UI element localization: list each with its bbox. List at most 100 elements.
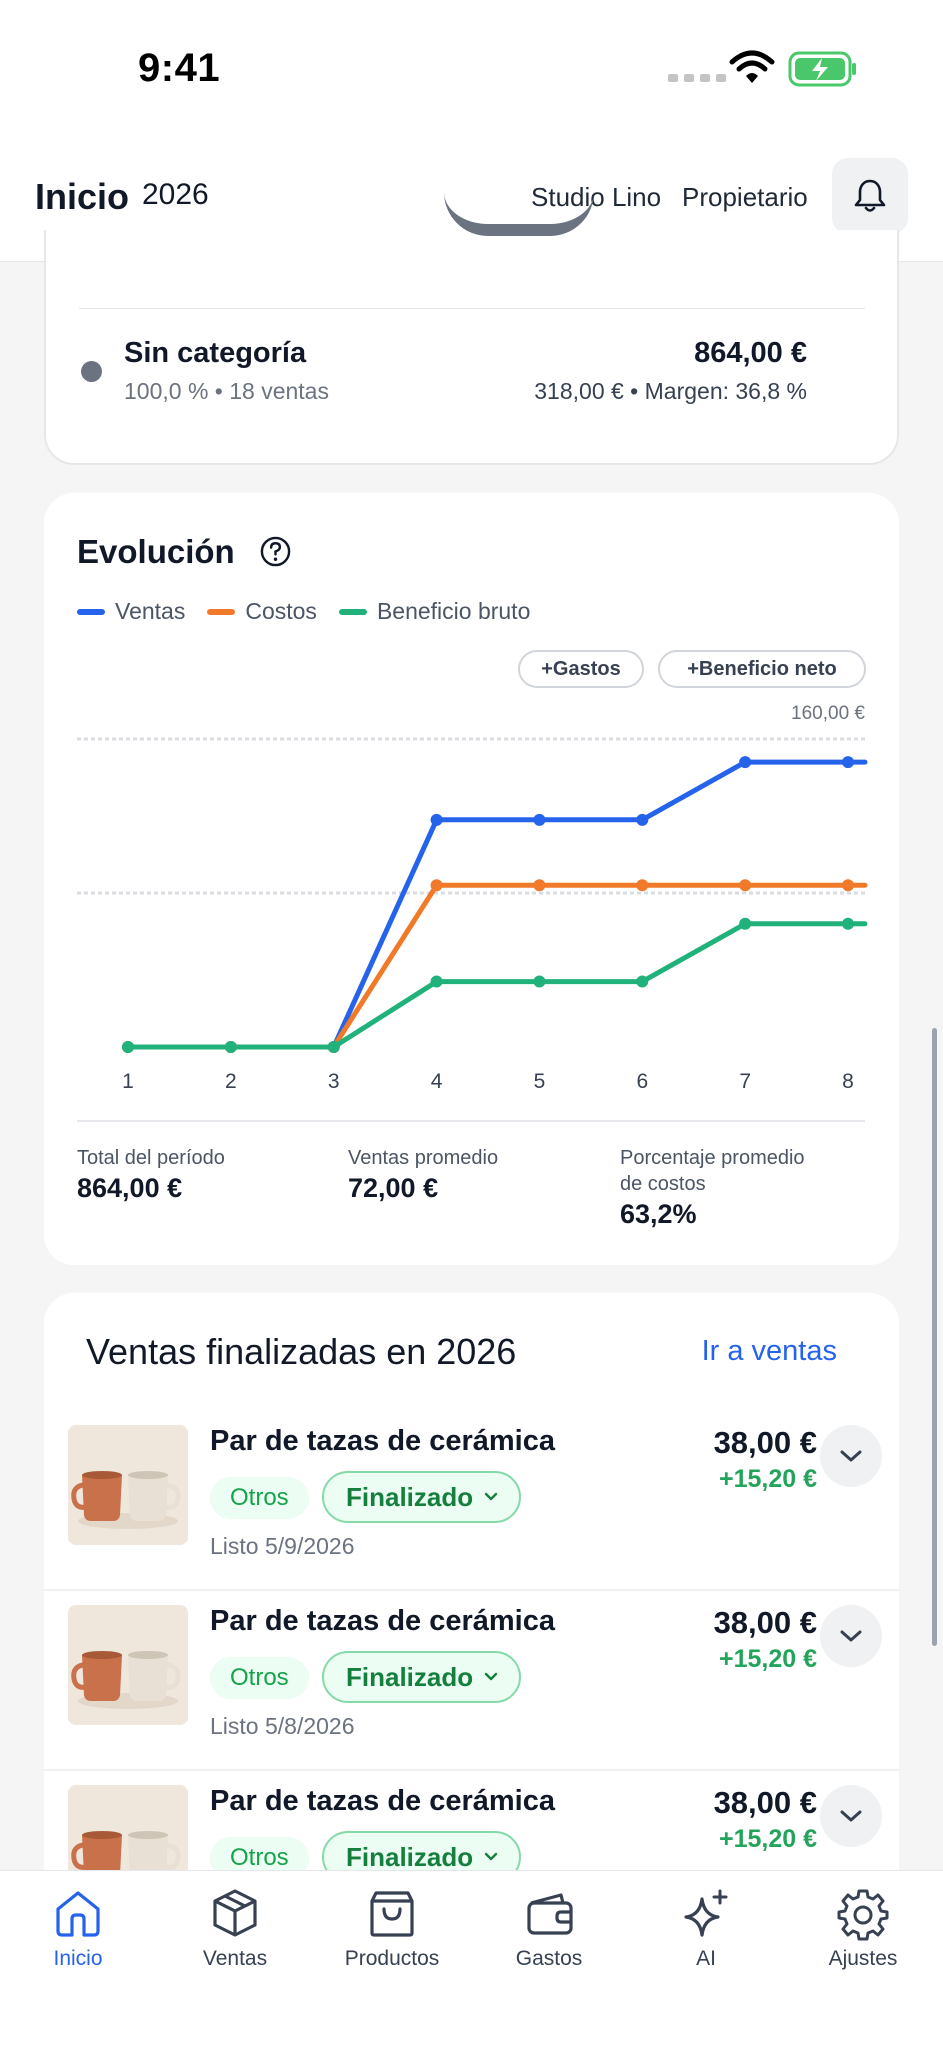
category-pie-chart: [444, 192, 594, 236]
ready-date: Listo 5/8/2026: [210, 1713, 355, 1739]
sparkles-icon: [684, 1889, 728, 1937]
box-icon: [213, 1889, 257, 1937]
category-cost-margin: 318,00 € • Margen: 36,8 %: [534, 378, 807, 404]
category-share: 100,0 % • 18 ventas: [124, 378, 329, 404]
stats-divider: [77, 1120, 865, 1122]
status-dropdown-chevron-icon: [484, 1492, 498, 1501]
data-point[interactable]: [122, 1041, 134, 1053]
status-label: Finalizado: [346, 1841, 474, 1872]
expand-sale-button[interactable]: [820, 1605, 882, 1667]
stat-average-sales: Ventas promedio 72,00 €: [348, 1147, 499, 1203]
sales-section-title: Ventas finalizadas en 2026: [86, 1331, 517, 1372]
ready-date: Listo 5/9/2026: [210, 1533, 355, 1559]
category-breakdown-card: Sin categoría 100,0 % • 18 ventas 864,00…: [44, 224, 899, 465]
x-tick-label: 7: [739, 1070, 751, 1093]
status-dropdown[interactable]: Finalizado: [322, 1651, 522, 1703]
data-point[interactable]: [430, 975, 443, 988]
status-dropdown-chevron-icon: [484, 1852, 498, 1861]
data-point[interactable]: [636, 975, 649, 988]
expand-sale-button[interactable]: [820, 1425, 882, 1487]
add-gastos-chip[interactable]: +Gastos: [518, 650, 644, 688]
shopping-bag-icon: [370, 1891, 414, 1937]
tab-ajustes[interactable]: Ajustes: [788, 1885, 938, 1971]
data-point[interactable]: [327, 1041, 340, 1053]
tab-inicio[interactable]: Inicio: [3, 1885, 153, 1971]
year-selector[interactable]: 2026: [142, 178, 209, 212]
mugs-image: [68, 1605, 188, 1725]
product-thumbnail: [68, 1605, 188, 1725]
chevron-down-icon: [840, 1810, 862, 1822]
status-dropdown[interactable]: Finalizado: [322, 1471, 522, 1523]
data-point[interactable]: [636, 879, 649, 892]
wallet-icon: [527, 1893, 573, 1935]
page-title: Inicio: [35, 176, 130, 217]
data-point[interactable]: [533, 975, 546, 988]
legend-item-costos[interactable]: Costos: [207, 598, 317, 625]
data-point[interactable]: [224, 1041, 237, 1053]
question-circle-icon[interactable]: [259, 535, 292, 568]
data-point[interactable]: [842, 756, 855, 769]
wifi-icon: [729, 50, 775, 83]
x-tick-label: 1: [122, 1070, 134, 1093]
sale-price: 38,00 €: [713, 1785, 817, 1820]
mugs-image: [68, 1425, 188, 1545]
gear-icon: [837, 1889, 889, 1941]
category-tag: Otros: [210, 1477, 309, 1519]
x-tick-label: 6: [636, 1070, 648, 1093]
sale-price: 38,00 €: [713, 1605, 817, 1640]
chevron-down-icon: [840, 1450, 862, 1462]
scrollbar[interactable]: [932, 1028, 937, 1646]
chart-legend: Ventas Costos Beneficio bruto: [77, 598, 530, 625]
legend-item-ventas[interactable]: Ventas: [77, 598, 185, 625]
status-bar: 9:41: [0, 0, 943, 140]
expand-sale-button[interactable]: [820, 1785, 882, 1847]
status-label: Finalizado: [346, 1661, 474, 1692]
go-to-sales-link[interactable]: Ir a ventas: [702, 1335, 837, 1368]
legend-item-beneficio-bruto[interactable]: Beneficio bruto: [338, 598, 530, 625]
data-point[interactable]: [430, 813, 443, 826]
data-point[interactable]: [842, 917, 855, 930]
series-line-beneficio-bruto: [125, 921, 868, 1050]
data-point[interactable]: [842, 879, 855, 892]
data-point[interactable]: [533, 813, 546, 826]
y-max-label: 160,00 €: [791, 703, 865, 724]
data-point[interactable]: [636, 813, 649, 826]
evolution-title: Evolución: [77, 533, 235, 570]
data-point[interactable]: [430, 879, 443, 892]
tab-bar: Inicio Ventas Productos Gastos AI Ajuste…: [0, 1870, 943, 2049]
status-time: 9:41: [138, 46, 221, 90]
status-dropdown-chevron-icon: [484, 1672, 498, 1681]
tab-ai[interactable]: AI: [631, 1885, 781, 1971]
data-point[interactable]: [533, 879, 546, 892]
evolution-card: Evolución Ventas Costos Beneficio bruto …: [44, 493, 899, 1265]
chevron-down-icon: [840, 1630, 862, 1642]
status-label: Finalizado: [346, 1481, 474, 1512]
sale-list-item[interactable]: Par de tazas de cerámica Otros Finalizad…: [44, 1411, 899, 1591]
cellular-signal-icon: [668, 74, 726, 82]
series-line-ventas: [125, 759, 868, 1050]
product-name: Par de tazas de cerámica: [210, 1785, 555, 1817]
x-tick-label: 5: [534, 1070, 546, 1093]
sale-list-item[interactable]: Par de tazas de cerámica Otros Finalizad…: [44, 1591, 899, 1771]
tab-ventas[interactable]: Ventas: [160, 1885, 310, 1971]
completed-sales-card: Ventas finalizadas en 2026 Ir a ventas P…: [44, 1293, 899, 1893]
category-name: Sin categoría: [124, 337, 307, 369]
data-point[interactable]: [739, 756, 752, 769]
notifications-button[interactable]: [832, 158, 908, 234]
home-icon: [56, 1891, 100, 1937]
series-line-costos: [125, 882, 868, 1050]
battery-charging-icon: [788, 51, 856, 87]
data-point[interactable]: [739, 879, 752, 892]
stat-total: Total del período 864,00 €: [77, 1147, 225, 1203]
product-name: Par de tazas de cerámica: [210, 1425, 555, 1457]
category-total: 864,00 €: [694, 337, 807, 369]
tab-gastos[interactable]: Gastos: [474, 1885, 624, 1971]
x-tick-label: 3: [328, 1070, 340, 1093]
sale-profit: +15,20 €: [718, 1465, 817, 1493]
tab-productos[interactable]: Productos: [317, 1885, 467, 1971]
data-point[interactable]: [739, 917, 752, 930]
user-role[interactable]: Propietario: [682, 182, 808, 213]
category-tag: Otros: [210, 1657, 309, 1699]
add-beneficio-neto-chip[interactable]: +Beneficio neto: [658, 650, 866, 688]
evolution-line-chart: 160,00 € 1 2 3 4 5 6 7 8: [77, 703, 868, 1093]
